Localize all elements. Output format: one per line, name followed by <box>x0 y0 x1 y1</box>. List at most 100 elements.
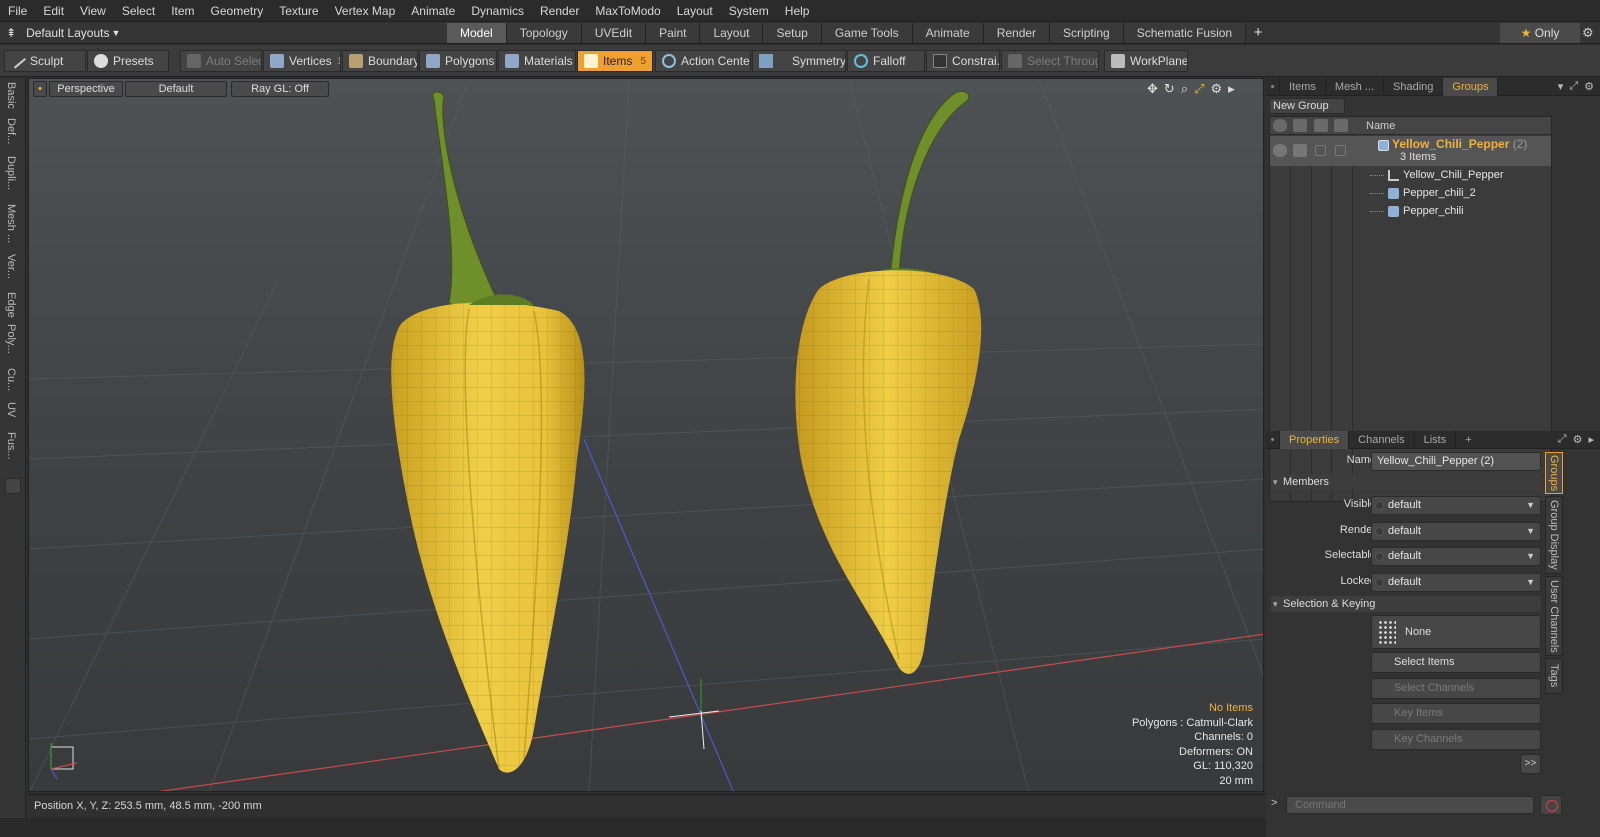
select-items-button[interactable]: Select Items <box>1371 652 1541 673</box>
items-button[interactable]: Items 5 <box>577 50 653 72</box>
group-render-icon[interactable] <box>1293 144 1307 157</box>
zoom-icon[interactable]: ⌕ <box>1181 81 1188 97</box>
selectable-icon[interactable] <box>1314 119 1328 132</box>
pepper-right-mesh[interactable] <box>795 90 982 674</box>
group-lock-checkbox[interactable] <box>1335 145 1346 156</box>
raygl-toggle[interactable]: Ray GL: Off <box>231 81 329 97</box>
menu-system[interactable]: System <box>721 0 777 22</box>
strip-expand-button[interactable] <box>5 478 21 494</box>
side-tab-group-display[interactable]: Group Display <box>1545 496 1563 574</box>
tab-model[interactable]: Model <box>447 23 507 43</box>
list-item[interactable]: Pepper_chili <box>1270 203 1551 221</box>
auto-select-button[interactable]: Auto Select <box>180 50 262 72</box>
menu-layout[interactable]: Layout <box>669 0 721 22</box>
menu-item[interactable]: Item <box>163 0 202 22</box>
tab-topology[interactable]: Topology <box>506 23 582 43</box>
selectable-select[interactable]: default ▼ <box>1371 547 1541 566</box>
strip-tab-vertex[interactable]: Ver... <box>5 254 17 279</box>
shading-dropdown[interactable]: Default <box>125 81 227 97</box>
polygons-button[interactable]: Polygons <box>419 50 497 72</box>
visible-select[interactable]: default ▼ <box>1371 496 1541 515</box>
group-selectable-checkbox[interactable] <box>1315 145 1326 156</box>
eye-icon[interactable] <box>1273 119 1287 132</box>
side-tab-tags[interactable]: Tags <box>1545 658 1563 694</box>
render-select[interactable]: default ▼ <box>1371 522 1541 541</box>
strip-tab-deform[interactable]: Def... <box>5 118 17 144</box>
presets-button[interactable]: Presets <box>87 50 169 72</box>
expand-button[interactable]: >> <box>1520 754 1541 774</box>
menu-edit[interactable]: Edit <box>35 0 72 22</box>
only-toggle[interactable]: ★ Only <box>1500 23 1580 43</box>
select-through-button[interactable]: Select Through <box>1001 50 1099 72</box>
materials-button[interactable]: Materials <box>498 50 576 72</box>
menu-dynamics[interactable]: Dynamics <box>463 0 532 22</box>
fit-icon[interactable]: ⤢ <box>1194 81 1204 97</box>
group-visible-icon[interactable] <box>1273 144 1287 157</box>
pan-icon[interactable]: ✥ <box>1147 81 1158 97</box>
key-channels-button[interactable]: Key Channels <box>1371 729 1541 750</box>
strip-tab-duplicate[interactable]: Dupli... <box>5 156 17 190</box>
perspective-dropdown[interactable]: Perspective <box>49 81 123 97</box>
menu-geometry[interactable]: Geometry <box>203 0 272 22</box>
strip-tab-mesh[interactable]: Mesh ... <box>5 204 17 243</box>
strip-tab-polygon[interactable]: Poly... <box>5 324 17 354</box>
list-item[interactable]: Yellow_Chili_Pepper <box>1270 167 1551 185</box>
selection-keying-section[interactable]: Selection & Keying <box>1271 596 1541 612</box>
new-group-button[interactable]: New Group <box>1269 98 1345 114</box>
menu-render[interactable]: Render <box>532 0 587 22</box>
strip-tab-uv[interactable]: UV <box>5 402 17 417</box>
strip-tab-edge[interactable]: Edge <box>5 292 17 318</box>
workplane-button[interactable]: WorkPlane <box>1104 50 1188 72</box>
menu-vertex-map[interactable]: Vertex Map <box>327 0 404 22</box>
tab-mesh[interactable]: Mesh ... <box>1326 77 1385 96</box>
side-tab-user-channels[interactable]: User Channels <box>1545 576 1563 656</box>
tab-render[interactable]: Render <box>983 23 1051 43</box>
side-tab-groups[interactable]: Groups <box>1545 452 1563 494</box>
tab-animate[interactable]: Animate <box>912 23 984 43</box>
strip-tab-fusion[interactable]: Fus... <box>5 432 17 460</box>
tab-layout[interactable]: Layout <box>700 23 764 43</box>
group-row[interactable]: Yellow_Chili_Pepper (2) 3 Items <box>1270 136 1551 166</box>
rotate-icon[interactable]: ↻ <box>1164 81 1175 97</box>
maximize-icon[interactable]: ⤢ <box>1569 80 1578 93</box>
name-column-header[interactable]: Name <box>1366 120 1395 132</box>
viewport-menu-dot[interactable]: • <box>33 81 47 97</box>
command-input[interactable] <box>1286 796 1534 814</box>
record-macro-button[interactable] <box>1540 795 1562 815</box>
list-item[interactable]: Pepper_chili_2 <box>1270 185 1551 203</box>
members-section[interactable]: Members <box>1271 474 1541 490</box>
name-field[interactable]: Yellow_Chili_Pepper (2) <box>1371 452 1541 471</box>
pepper-left-mesh[interactable] <box>391 91 585 773</box>
menu-animate[interactable]: Animate <box>403 0 463 22</box>
strip-tab-basic[interactable]: Basic <box>5 82 17 109</box>
action-center-button[interactable]: Action Center <box>655 50 751 72</box>
vertices-button[interactable]: Vertices 1 <box>263 50 341 72</box>
viewport-expand-icon[interactable]: ▸ <box>1228 81 1235 97</box>
tab-setup[interactable]: Setup <box>763 23 822 43</box>
menu-help[interactable]: Help <box>777 0 818 22</box>
sculpt-button[interactable]: Sculpt <box>4 50 86 72</box>
render-icon[interactable] <box>1293 119 1307 132</box>
menu-texture[interactable]: Texture <box>271 0 326 22</box>
menu-file[interactable]: File <box>0 0 35 22</box>
strip-tab-curve[interactable]: Cu... <box>5 368 17 391</box>
none-button[interactable]: None <box>1371 615 1541 649</box>
key-items-button[interactable]: Key Items <box>1371 703 1541 724</box>
tab-game-tools[interactable]: Game Tools <box>821 23 913 43</box>
tab-uvedit[interactable]: UVEdit <box>581 23 647 43</box>
menu-select[interactable]: Select <box>114 0 163 22</box>
tab-paint[interactable]: Paint <box>646 23 701 43</box>
tab-schematic-fusion[interactable]: Schematic Fusion <box>1123 23 1247 43</box>
viewport-settings-icon[interactable]: ⚙ <box>1211 81 1223 97</box>
falloff-button[interactable]: Falloff <box>847 50 925 72</box>
menu-view[interactable]: View <box>72 0 114 22</box>
tab-shading[interactable]: Shading <box>1384 77 1444 96</box>
boundary-button[interactable]: Boundary <box>342 50 418 72</box>
symmetry-button[interactable]: Symmetry <box>752 50 846 72</box>
constraints-button[interactable]: Constrai... <box>926 50 1000 72</box>
select-channels-button[interactable]: Select Channels <box>1371 678 1541 699</box>
chevron-down-icon[interactable]: ▾ <box>1558 80 1564 93</box>
panel-settings-icon[interactable]: ⚙ <box>1584 80 1594 93</box>
3d-viewport[interactable]: • Perspective Default Ray GL: Off ✥ ↻ ⌕ … <box>28 78 1264 792</box>
tab-groups[interactable]: Groups <box>1443 77 1499 96</box>
